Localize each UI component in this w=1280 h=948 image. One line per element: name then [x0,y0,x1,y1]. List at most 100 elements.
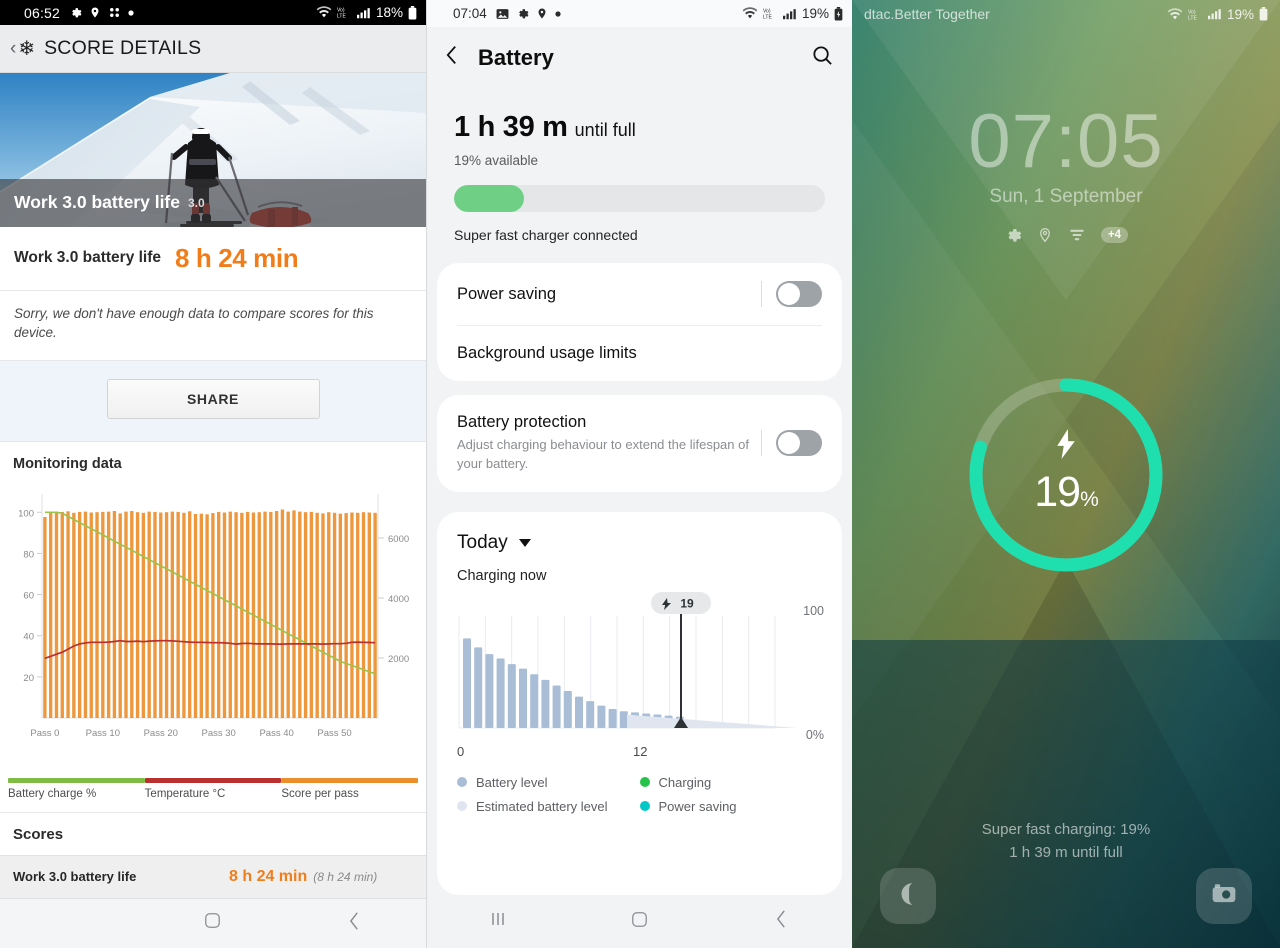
main-score-value: 8 h 24 min [175,242,299,273]
home-icon [203,911,222,935]
charging-now-label: Charging now [457,567,547,584]
monitoring-data-title: Monitoring data [0,440,426,484]
today-chart-legend: Battery level Charging Estimated battery… [457,775,822,823]
legend-item: Power saving [639,798,823,814]
svg-text:Vo): Vo) [1188,9,1196,15]
charger-status-text: Super fast charger connected [454,227,638,243]
camera-shortcut[interactable] [1196,868,1252,924]
battery-available-label: 19% available [454,153,539,168]
status-bar-icons [69,6,134,19]
monitoring-chart-svg: 20 40 60 80 100 2000 4000 6000 Pass 0 Pass 10 Pass… [18,493,409,739]
back-icon[interactable] [445,44,458,73]
legend-label-power-saving: Power saving [658,798,737,814]
legend-item: Estimated battery level [457,799,640,814]
legend-swatch-battery [8,777,145,783]
wifi-icon [316,6,332,19]
status-bar-left: 06:52 Vo) LTE 18% [0,0,426,26]
battery-protection-toggle[interactable] [776,430,822,457]
row-title: Background usage limits [457,344,637,362]
dot-icon [128,9,134,16]
location-icon [89,6,101,19]
row-background-usage-limits[interactable]: Background usage limits [437,326,842,381]
back-button[interactable] [284,911,426,936]
home-button[interactable] [569,910,711,934]
scores-row: Work 3.0 battery life 8 h 24 min (8 h 24… [0,854,426,899]
share-button[interactable]: SHARE [106,378,320,419]
back-icon [346,911,363,936]
row-subtitle: Adjust charging behaviour to extend the … [457,437,749,471]
svg-text:LTE: LTE [337,14,346,20]
status-bar-middle: 07:04 Vo) LTE 19% [427,0,852,27]
battery-appbar: Battery [427,27,852,89]
bolt-icon [852,429,1280,464]
today-label: Today [457,531,508,553]
svg-text:LTE: LTE [1188,15,1197,21]
row-battery-protection[interactable]: Battery protection Adjust charging behav… [437,395,842,492]
legend-label-temperature: Temperature °C [144,787,226,800]
gear-icon[interactable] [1004,226,1022,244]
wifi-icon [1167,7,1183,21]
row-title: Power saving [457,284,557,303]
power-saving-toggle[interactable] [776,281,822,307]
legend-item: Battery charge % [8,777,145,800]
row-power-saving[interactable]: Power saving [437,263,842,325]
charging-info-line2: 1 h 39 m until full [1009,843,1123,861]
scores-title: Scores [0,811,426,855]
svg-text:Vo): Vo) [337,8,345,14]
today-x-left: 0 [457,743,465,759]
monitoring-chart: 20 40 60 80 100 2000 4000 6000 Pass 0 Pass 10 Pass… [0,483,426,774]
svg-text:40: 40 [23,631,34,642]
battery-percent-label: 18% [375,5,403,21]
hero-caption-version: 3.0 [188,195,205,210]
svg-text:Pass 40: Pass 40 [259,728,293,739]
row-battery-protection-text: Battery protection Adjust charging behav… [457,413,761,474]
status-bar-time: 06:52 [24,4,61,21]
lock-date: Sun, 1 September [989,186,1143,207]
legend-dot-estimated [457,801,467,812]
row-background-usage-text: Background usage limits [457,344,822,363]
location-icon[interactable] [1037,226,1053,244]
svg-text:20: 20 [23,673,34,684]
signal-icon [356,7,371,19]
svg-text:19: 19 [680,596,694,610]
row-power-saving-text: Power saving [457,285,761,304]
battery-summary: 1 h 39 m until full 19% available Super … [427,89,852,263]
today-dropdown[interactable]: Today [457,532,822,554]
legend-swatch-score [281,777,419,783]
legend-item: Score per pass [281,777,419,800]
svg-text:Pass 10: Pass 10 [86,728,120,739]
time-until-full-suffix: until full [574,120,636,140]
power-saving-toggle-wrap[interactable] [761,281,822,307]
back-button[interactable] [710,909,852,934]
main-score-row: Work 3.0 battery life 8 h 24 min [0,226,426,291]
toggle-separator [761,430,762,457]
home-button[interactable] [142,911,284,935]
panel-lock-screen: dtac.Better Together Vo) LTE 19% 07:05 Su… [852,0,1280,948]
search-button[interactable] [811,44,834,72]
back-icon[interactable]: ‹ [10,38,16,60]
scores-row-value: 8 h 24 min [229,867,308,885]
battery-ring-unit: % [1080,488,1099,511]
legend-dot-battery-level [457,777,467,788]
phone-icon [895,881,921,912]
more-notifications-badge[interactable]: +4 [1100,227,1129,243]
battery-progress-fill [454,185,525,212]
battery-ring-center: 19% [852,373,1280,517]
legend-label-charging: Charging [658,774,712,790]
apps-icon [108,6,121,19]
legend-label-battery-level: Battery level [476,774,548,790]
volte-icon: Vo) LTE [337,6,352,20]
status-bar-right-icons: Vo) LTE 19% [1167,7,1268,22]
recents-button[interactable] [427,910,569,933]
wifi-icon [742,7,758,20]
charging-info-line1: Super fast charging: 19% [981,821,1151,838]
time-until-full-value: 1 h 39 m [454,111,568,143]
volte-icon: Vo) LTE [763,7,778,21]
panel-samsung-battery: 07:04 Vo) LTE 19% Battery 1 h 39 m until… [426,0,852,948]
carrier-label: dtac.Better Together [864,6,990,22]
scores-row-name: Work 3.0 battery life [13,868,137,884]
battery-protection-toggle-wrap[interactable] [761,430,822,457]
filter-icon[interactable] [1068,226,1086,244]
phone-shortcut[interactable] [880,868,936,924]
main-score-label: Work 3.0 battery life [14,249,162,267]
